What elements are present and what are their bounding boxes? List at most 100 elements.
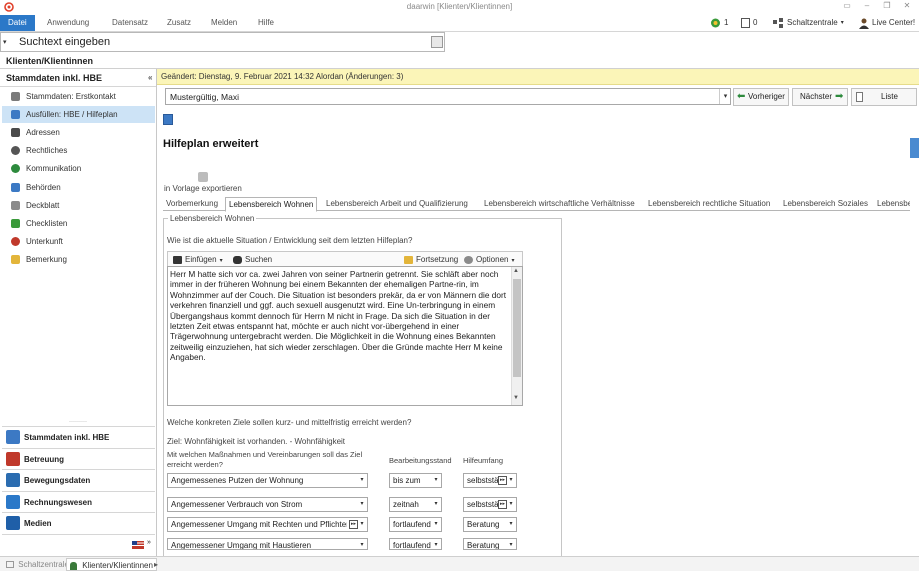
sidebar-item-checklisten[interactable]: Checklisten	[2, 215, 155, 232]
scope-value: Beratung	[467, 520, 500, 529]
menu-zusatz[interactable]: Zusatz	[159, 15, 199, 31]
menu-datensatz[interactable]: Datensatz	[104, 15, 156, 31]
situation-textarea[interactable]: Herr M hatte sich vor ca. zwei Jahren vo…	[167, 266, 523, 406]
module-betreuung[interactable]: Betreuung	[2, 448, 155, 469]
list-label: Liste	[881, 92, 898, 101]
module-rechnungswesen[interactable]: Rechnungswesen	[2, 491, 155, 512]
module-medien[interactable]: Medien	[2, 512, 155, 533]
sidebar-item-unterkunft[interactable]: Unterkunft	[2, 233, 155, 250]
chevron-down-icon: ▾	[509, 477, 513, 483]
menu-datei[interactable]: Datei	[0, 15, 35, 31]
sidebar-item-behoerden[interactable]: Behörden	[2, 179, 155, 196]
chevron-down-icon: ▾	[434, 477, 438, 483]
export-button[interactable]: in Vorlage exportieren	[164, 172, 244, 194]
tab-rechtlich[interactable]: Lebensbereich rechtliche Situation	[645, 197, 773, 211]
status-select[interactable]: fortlaufend ▾	[389, 538, 442, 550]
menu-hilfe[interactable]: Hilfe	[250, 15, 282, 31]
search-button[interactable]: Suchen	[233, 254, 272, 265]
tab-wirtschaft[interactable]: Lebensbereich wirtschaftliche Verhältnis…	[481, 197, 638, 211]
previous-label: Vorheriger	[748, 92, 785, 101]
tab-scroll-icon[interactable]: ▸	[151, 558, 161, 571]
search-bar: ▾ Suchtext eingeben	[0, 32, 445, 52]
tab-vorbemerkung[interactable]: Vorbemerkung	[163, 197, 221, 211]
change-info: Geändert: Dienstag, 9. Februar 2021 14:3…	[161, 72, 404, 81]
collapse-icon[interactable]: «	[148, 73, 152, 82]
tab-soziales[interactable]: Lebensbereich Soziales	[780, 197, 871, 211]
search-dropdown-icon[interactable]: ▾	[3, 38, 11, 46]
insert-button[interactable]: Einfügen ▾	[173, 254, 223, 265]
group-legend: Lebensbereich Wohnen	[168, 214, 257, 223]
close-icon[interactable]: ✕	[898, 1, 916, 13]
live-center-link[interactable]: Live Center!	[859, 17, 915, 29]
form-icon[interactable]	[163, 114, 173, 125]
sidebar-item-hilfeplan[interactable]: Ausfüllen: HBE / Hilfeplan	[2, 106, 155, 123]
search-input[interactable]: Suchtext eingeben	[19, 36, 110, 48]
document-indicator[interactable]: 0	[741, 17, 757, 29]
book-icon	[6, 452, 20, 466]
measure-select[interactable]: Angemessener Verbrauch von Strom ▾	[167, 497, 368, 512]
notification-indicator[interactable]: 1	[710, 17, 728, 29]
sidebar-item-kommunikation[interactable]: Kommunikation	[2, 160, 155, 177]
scope-select[interactable]: selbststä ▸▸ ▾	[463, 473, 517, 488]
chevron-down-icon[interactable]: ▾	[719, 89, 731, 104]
tab-wohnen[interactable]: Lebensbereich Wohnen	[225, 197, 318, 212]
sidebar-item-bemerkung[interactable]: Bemerkung	[2, 251, 155, 268]
tab-schaltzentrale[interactable]: Schaltzentrale	[3, 558, 73, 571]
tab-more[interactable]: Lebensbe	[874, 197, 910, 211]
scope-value: Beratung	[467, 541, 500, 550]
scope-select[interactable]: Beratung ▾	[463, 538, 517, 550]
scrollbar[interactable]: ▲ ▼	[511, 267, 522, 405]
scroll-thumb[interactable]	[513, 279, 521, 377]
center-label: Schaltzentrale	[787, 18, 838, 27]
tab-arbeit[interactable]: Lebensbereich Arbeit und Qualifizierung	[323, 197, 471, 211]
next-button[interactable]: Nächster ➡	[792, 88, 848, 106]
overflow-icon[interactable]: »	[147, 539, 151, 546]
flag-icon[interactable]	[132, 541, 144, 549]
options-button[interactable]: Optionen ▾	[464, 254, 514, 265]
measure-select[interactable]: Angemessener Umgang mit Haustieren ▾	[167, 538, 368, 550]
sidebar-item-label: Adressen	[26, 128, 60, 137]
scroll-up-icon[interactable]: ▲	[513, 268, 519, 274]
sidebar-item-label: Bemerkung	[26, 255, 67, 264]
sidebar-item-rechtliches[interactable]: Rechtliches	[2, 142, 155, 159]
col-status: Bearbeitungsstand	[389, 456, 452, 465]
client-select[interactable]: Mustergültig, Maxi ▾	[165, 88, 731, 105]
scroll-down-icon[interactable]: ▼	[513, 395, 519, 401]
insert-label: Einfügen	[185, 255, 217, 264]
sidebar-item-deckblatt[interactable]: Deckblatt	[2, 197, 155, 214]
chevron-down-icon: ▾	[360, 477, 364, 483]
globe-icon	[711, 18, 720, 28]
scope-select[interactable]: Beratung ▾	[463, 517, 517, 532]
previous-button[interactable]: ⬅ Vorheriger	[733, 88, 789, 106]
sidebar-footer: »	[2, 534, 155, 555]
maximize-icon[interactable]: ❐	[878, 1, 896, 13]
status-select[interactable]: zeitnah ▾	[389, 497, 442, 512]
wrench-icon	[464, 255, 473, 264]
measure-select[interactable]: Angemessener Umgang mit Rechten und Pfli…	[167, 517, 368, 532]
keyboard-icon[interactable]	[431, 36, 443, 48]
side-panel-toggle-icon[interactable]	[910, 138, 919, 158]
address-icon	[11, 128, 20, 137]
list-button[interactable]: Liste	[851, 88, 917, 106]
restore-icon[interactable]: ▭	[838, 1, 856, 13]
measure-select[interactable]: Angemessenes Putzen der Wohnung ▾	[167, 473, 368, 488]
module-bewegungsdaten[interactable]: Bewegungsdaten	[2, 469, 155, 490]
minimize-icon[interactable]: –	[858, 1, 876, 13]
module-stammdaten[interactable]: Stammdaten inkl. HBE	[2, 426, 155, 447]
menu-anwendung[interactable]: Anwendung	[39, 15, 97, 31]
sidebar-item-adressen[interactable]: Adressen	[2, 124, 155, 141]
tab-klienten[interactable]: Klienten/Klientinnen	[66, 558, 157, 571]
invoice-icon	[6, 495, 20, 509]
sidebar-item-erstkontakt[interactable]: Stammdaten: Erstkontakt	[2, 88, 155, 105]
menu-melden[interactable]: Melden	[203, 15, 245, 31]
person-icon	[70, 561, 77, 570]
continue-button[interactable]: Fortsetzung	[404, 254, 458, 265]
chevron-down-icon: ▾	[509, 501, 513, 507]
page-icon	[856, 92, 863, 102]
window-title: daarwin [Klienten/Klientinnen]	[406, 2, 513, 11]
status-select[interactable]: bis zum ▾	[389, 473, 442, 488]
schaltzentrale-menu[interactable]: Schaltzentrale ▾	[773, 17, 844, 29]
user-icon	[859, 18, 869, 29]
status-select[interactable]: fortlaufend ▾	[389, 517, 442, 532]
scope-select[interactable]: selbststä ▸▸ ▾	[463, 497, 517, 512]
